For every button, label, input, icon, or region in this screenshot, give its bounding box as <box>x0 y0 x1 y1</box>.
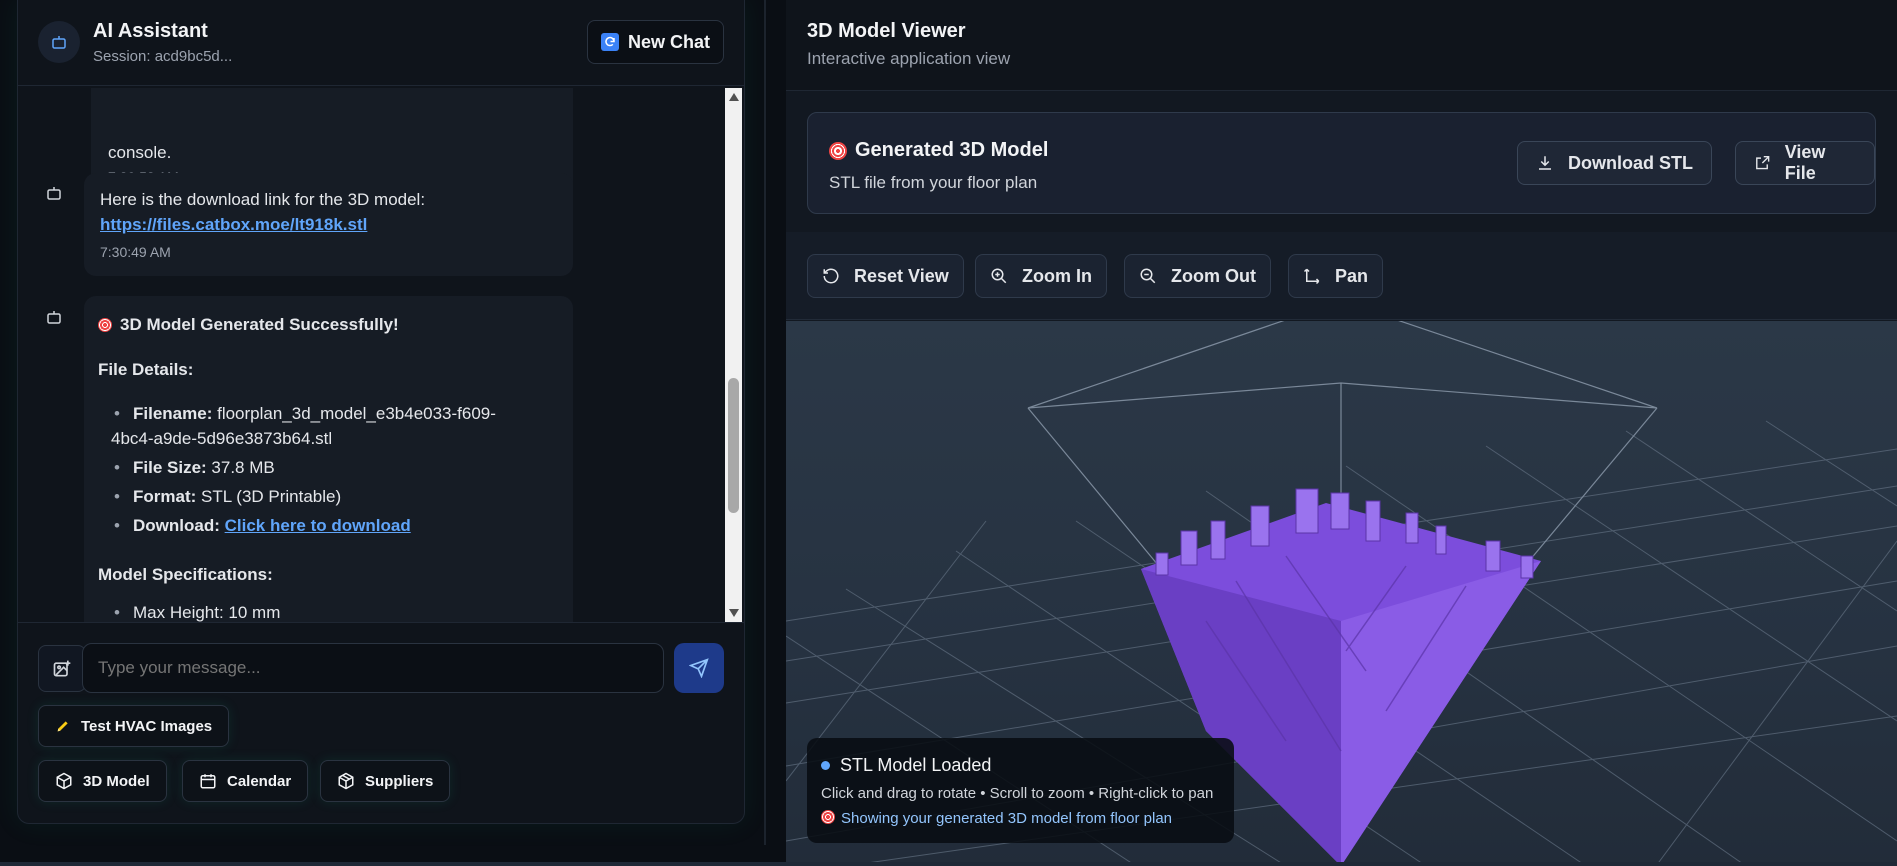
reset-view-button[interactable]: Reset View <box>807 254 964 298</box>
list-item: • Format: STL (3D Printable) <box>114 487 342 506</box>
message-input[interactable] <box>82 643 664 693</box>
new-chat-label: New Chat <box>627 31 710 52</box>
send-button[interactable] <box>674 643 724 693</box>
scroll-thumb[interactable] <box>728 378 739 513</box>
model-message-bubble: 3D Model Generated Successfully! File De… <box>84 296 573 622</box>
generated-model-card: Generated 3D Model STL file from your fl… <box>807 112 1876 214</box>
view-file-button[interactable]: View File <box>1735 141 1875 185</box>
calendar-button[interactable]: Calendar <box>182 760 309 802</box>
test-hvac-button[interactable]: Test HVAC Images <box>38 705 230 747</box>
chat-scrollbar[interactable] <box>725 88 742 622</box>
message-text: console. <box>108 143 172 162</box>
download-icon <box>1539 156 1551 170</box>
zoom-out-icon <box>1140 268 1156 284</box>
cube-icon <box>56 772 72 790</box>
suppliers-button[interactable]: Suppliers <box>320 760 451 802</box>
panel-divider[interactable] <box>764 0 766 845</box>
external-link-icon <box>1756 156 1770 170</box>
file-details-list: • Filename: floorplan_3d_model_e3b4e033-… <box>111 401 554 538</box>
bot-avatar-icon <box>38 21 80 63</box>
send-icon <box>689 658 709 678</box>
scroll-up-arrow-icon[interactable] <box>729 93 739 101</box>
rotate-ccw-icon <box>823 268 839 284</box>
move-icon <box>1303 268 1320 285</box>
chat-panel: AI Assistant Session: acd9bc5d... New Ch… <box>17 0 745 824</box>
image-plus-icon <box>53 660 71 676</box>
bot-message-icon <box>41 304 67 330</box>
zoom-in-button[interactable]: Zoom In <box>975 254 1107 298</box>
refresh-icon <box>600 33 619 51</box>
chat-header: AI Assistant Session: acd9bc5d... New Ch… <box>18 0 744 86</box>
message-text: Here is the download link for the 3D mod… <box>100 190 426 209</box>
model-message-title: 3D Model Generated Successfully! <box>98 312 399 337</box>
attach-image-button[interactable] <box>38 645 86 692</box>
viewer-panel: 3D Model Viewer Interactive application … <box>786 0 1897 866</box>
chat-title: AI Assistant <box>93 20 208 42</box>
model-status-overlay: STL Model Loaded Click and drag to rotat… <box>807 738 1234 843</box>
app-root: AI Assistant Session: acd9bc5d... New Ch… <box>0 0 1897 866</box>
session-id: Session: acd9bc5d... <box>93 48 233 65</box>
card-title: Generated 3D Model <box>829 139 1048 162</box>
overlay-status: Showing your generated 3D model from flo… <box>821 810 1172 827</box>
specs-heading: Model Specifications: <box>98 565 273 584</box>
input-divider <box>18 622 744 623</box>
target-icon <box>821 810 835 824</box>
message-time: 7:30:49 AM <box>100 244 171 260</box>
message-list: console. 7:29:58 AM Here is the download… <box>18 88 744 622</box>
message-bubble: Here is the download link for the 3D mod… <box>84 173 573 276</box>
calendar-icon <box>200 774 216 789</box>
download-model-link[interactable]: Click here to download <box>225 516 411 535</box>
viewer-subtitle: Interactive application view <box>807 49 1011 68</box>
zoom-out-button[interactable]: Zoom Out <box>1124 254 1271 298</box>
card-subtitle: STL file from your floor plan <box>829 173 1038 192</box>
list-item-continued: 4bc4-a9de-5d96e3873b64.stl <box>111 429 333 448</box>
viewer-title: 3D Model Viewer <box>807 20 966 42</box>
status-dot-icon <box>821 761 830 770</box>
download-link[interactable]: https://files.catbox.moe/lt918k.stl <box>100 212 367 237</box>
pencil-icon <box>57 721 68 732</box>
pan-button[interactable]: Pan <box>1288 254 1384 298</box>
file-details-heading: File Details: <box>98 360 194 379</box>
overlay-title: STL Model Loaded <box>821 755 991 776</box>
list-item: • Download: Click here to download <box>114 516 411 535</box>
zoom-in-icon <box>991 268 1007 284</box>
overlay-help: Click and drag to rotate • Scroll to zoo… <box>821 785 1214 802</box>
3d-model-button[interactable]: 3D Model <box>38 760 167 802</box>
new-chat-button[interactable]: New Chat <box>587 20 724 64</box>
scroll-down-arrow-icon[interactable] <box>729 609 739 617</box>
bot-message-icon <box>41 180 67 206</box>
viewer-toolbar: Reset View Zoom In Zoom Out Pan <box>786 232 1897 320</box>
target-icon <box>829 141 847 160</box>
viewer-header: 3D Model Viewer Interactive application … <box>786 0 1897 91</box>
list-item: • Filename: floorplan_3d_model_e3b4e033-… <box>114 404 496 423</box>
download-stl-button[interactable]: Download STL <box>1517 141 1712 185</box>
list-item: • File Size: 37.8 MB <box>114 458 275 477</box>
target-icon <box>98 317 112 332</box>
package-icon <box>338 772 354 790</box>
bottom-strip <box>0 862 1897 866</box>
list-item: • Max Height: 10 mm <box>114 603 281 622</box>
